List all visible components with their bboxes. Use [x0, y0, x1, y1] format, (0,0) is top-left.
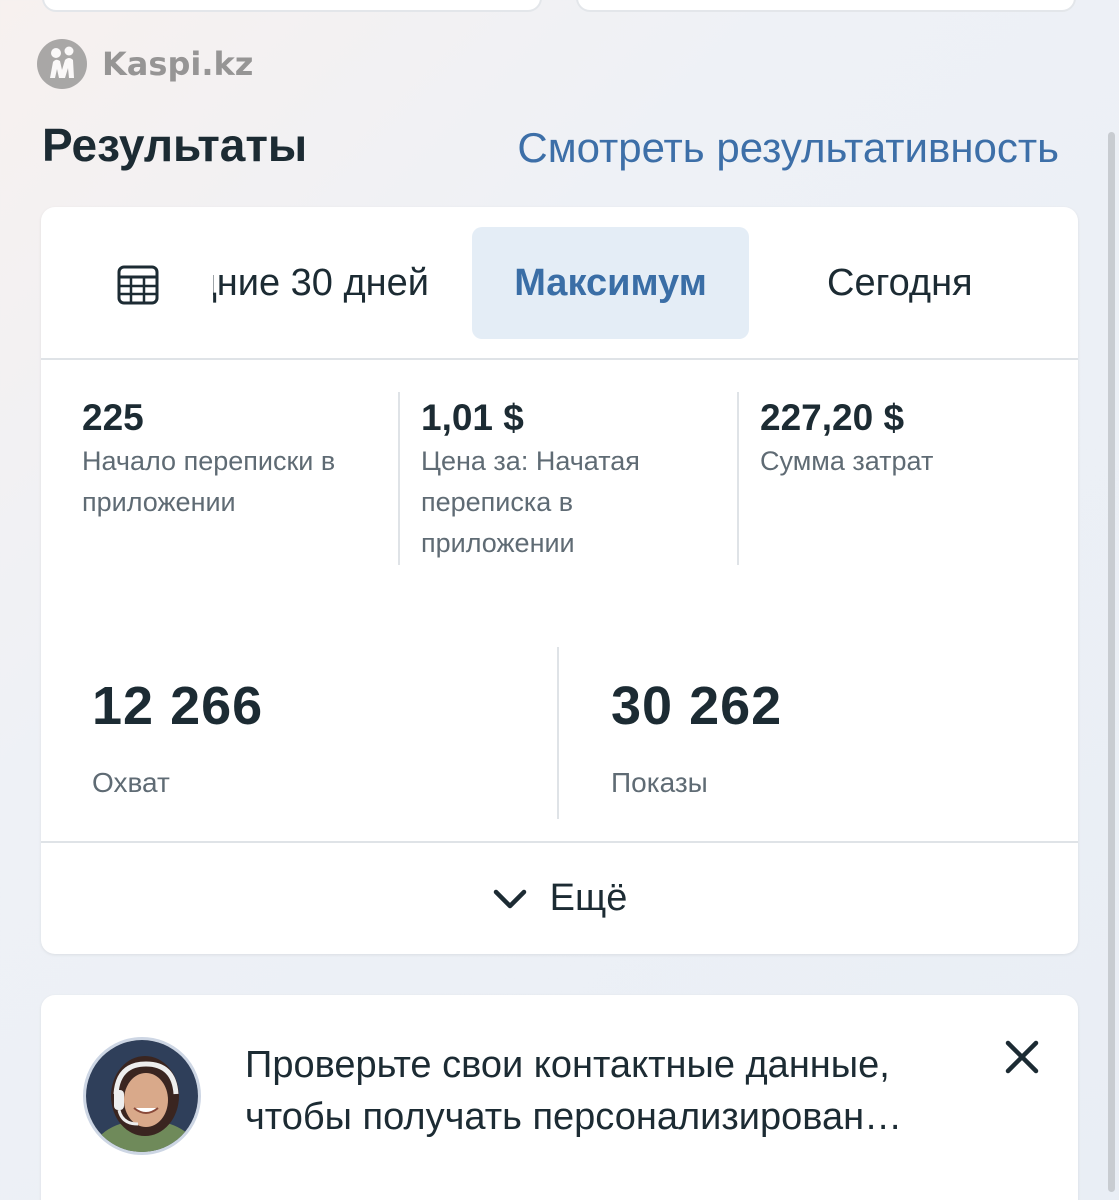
results-card: Последние 30 дней Максимум Сегодня 225 Н… [41, 207, 1078, 954]
metric-label: Цена за: Начатая переписка в приложении [421, 446, 640, 558]
previous-card-right [576, 0, 1076, 12]
support-agent-avatar [83, 1037, 201, 1155]
close-icon[interactable] [1004, 1039, 1040, 1075]
metric-conversations: 225 Начало переписки в приложении [82, 397, 382, 523]
show-more-label: Ещё [549, 877, 628, 919]
metric-value: 225 [82, 397, 144, 438]
calendar-icon[interactable] [117, 264, 159, 306]
date-range-tabs: Последние 30 дней Максимум Сегодня [41, 207, 1078, 360]
metric-label: Показы [611, 767, 708, 798]
metric-amount-spent: 227,20 $ Сумма затрат [760, 397, 1060, 482]
divider [737, 392, 739, 565]
divider [557, 647, 559, 819]
watermark-text: Kaspi.kz [102, 45, 254, 83]
show-more-button[interactable]: Ещё [41, 841, 1078, 954]
metric-reach: 12 266 Охват [92, 675, 263, 799]
tab-last-30-days[interactable]: Последние 30 дней [213, 262, 429, 305]
contact-info-notice: Проверьте свои контактные данные, чтобы … [41, 995, 1078, 1200]
chevron-down-icon [493, 889, 526, 908]
tab-today[interactable]: Сегодня [827, 262, 973, 305]
metric-cost-per-conversation: 1,01 $ Цена за: Начатая переписка в прил… [421, 397, 721, 564]
metric-label: Начало переписки в приложении [82, 446, 336, 517]
notice-text: Проверьте свои контактные данные, чтобы … [245, 1044, 903, 1138]
metric-value: 30 262 [611, 676, 783, 736]
page-title: Результаты [42, 119, 308, 171]
kaspi-logo-icon [37, 39, 87, 89]
metric-value: 1,01 $ [421, 397, 524, 438]
avatar-image [86, 1040, 198, 1152]
kaspi-watermark: Kaspi.kz [36, 38, 253, 90]
view-performance-link[interactable]: Смотреть результативность [517, 124, 1059, 172]
metric-value: 12 266 [92, 676, 264, 736]
tab-maximum[interactable]: Максимум [472, 227, 749, 339]
metric-label: Охват [92, 767, 170, 798]
divider [398, 392, 400, 565]
tab-last-30-days-clip: Последние 30 дней [213, 247, 473, 327]
metric-label: Сумма затрат [760, 446, 934, 476]
scrollbar[interactable] [1108, 132, 1115, 1192]
previous-card-left [42, 0, 542, 12]
metric-impressions: 30 262 Показы [611, 675, 782, 799]
metric-value: 227,20 $ [760, 397, 905, 438]
